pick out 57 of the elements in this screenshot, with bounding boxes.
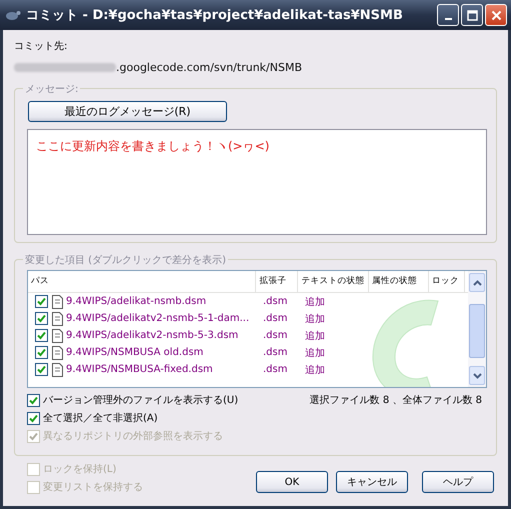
turtle-icon xyxy=(5,9,21,21)
column-header[interactable]: パス xyxy=(28,271,256,292)
checkbox-label: 異なるリポジトリの外部参照を表示する xyxy=(43,430,223,443)
checkbox[interactable] xyxy=(35,329,48,342)
document-icon xyxy=(52,312,63,326)
checkbox-label: 変更リストを保持する xyxy=(43,480,143,494)
file-path[interactable]: 9.4WIPS/NSMBUSA old.dsm xyxy=(66,347,204,358)
checkbox-label[interactable]: 全て選択／全て非選択(A) xyxy=(43,411,158,425)
group-label: 変更した項目 (ダブルクリックで差分を表示) xyxy=(23,253,228,267)
checkbox[interactable] xyxy=(27,412,40,424)
close-button[interactable] xyxy=(485,4,507,26)
checkbox-label: ロックを保持(L) xyxy=(43,462,116,476)
ok-button[interactable]: OK xyxy=(256,471,328,493)
status-cell-text: 追加 xyxy=(304,296,326,308)
recent-log-button[interactable]: 最近のログメッセージ(R) xyxy=(28,101,227,122)
minimize-button[interactable] xyxy=(437,4,459,26)
status-cell-text: 追加 xyxy=(304,312,326,326)
file-path[interactable]: 9.4WIPS/adelikatv2-nsmb-5-1-dam... xyxy=(66,313,250,324)
minimize-icon xyxy=(444,18,452,20)
extension-cell-text: .dsm xyxy=(262,347,288,358)
extension-cell-text: .dsm xyxy=(262,364,288,375)
commit-to-label: コミット先: xyxy=(14,40,68,53)
file-path[interactable]: 9.4WIPS/adelikat-nsmb.dsm xyxy=(66,296,206,307)
checkbox[interactable] xyxy=(35,363,48,376)
checkbox[interactable] xyxy=(35,312,48,325)
extension-cell-text: .dsm xyxy=(262,296,288,307)
extension-cell-text: .dsm xyxy=(262,313,288,324)
file-path[interactable]: 9.4WIPS/adelikatv2-nsmb-5-3.dsm xyxy=(66,330,238,341)
status-cell-text: 追加 xyxy=(304,364,326,376)
group-label: メッセージ: xyxy=(23,82,80,96)
maximize-icon xyxy=(466,10,478,20)
checkbox[interactable] xyxy=(35,295,48,308)
close-icon xyxy=(490,10,502,20)
status-cell-text: 追加 xyxy=(304,346,326,360)
document-icon xyxy=(52,346,63,360)
checkbox[interactable] xyxy=(35,346,48,359)
file-path[interactable]: 9.4WIPS/NSMBUSA-fixed.dsm xyxy=(66,364,213,375)
column-header[interactable]: ロック xyxy=(429,271,465,292)
cancel-button[interactable]: キャンセル xyxy=(336,471,408,493)
checkbox-label[interactable]: バージョン管理外のファイルを表示する(U) xyxy=(43,393,238,407)
help-button[interactable]: ヘルプ xyxy=(422,471,494,493)
document-icon xyxy=(52,294,63,308)
maximize-button[interactable] xyxy=(461,4,483,26)
column-header[interactable]: テキストの状態 xyxy=(298,271,370,292)
checkbox[interactable] xyxy=(27,394,40,406)
scroll-thumb[interactable] xyxy=(469,304,485,358)
file-count: 選択ファイル数 8 、全体ファイル数 8 xyxy=(310,394,482,408)
document-icon xyxy=(52,328,63,342)
scrollbar[interactable] xyxy=(468,271,486,387)
message-field[interactable]: ここに更新内容を書きましょう！ヽ(>ヮ<) xyxy=(27,129,487,235)
column-header[interactable]: 拡張子 xyxy=(256,271,298,292)
repository-url: .googlecode.com/svn/trunk/NSMB xyxy=(116,60,302,74)
window-title: コミット - D:¥gocha¥tas¥project¥adelikat-tas¥NSMB xyxy=(26,7,404,24)
column-header[interactable]: 属性の状態 xyxy=(369,271,430,292)
extension-cell-text: .dsm xyxy=(262,330,288,341)
status-cell-text: 追加 xyxy=(304,330,326,342)
document-icon xyxy=(52,362,63,376)
